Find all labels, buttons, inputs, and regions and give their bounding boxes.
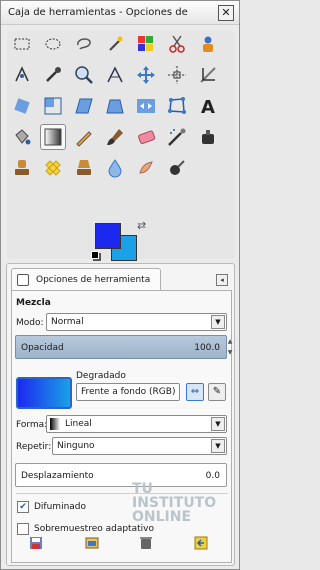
opacity-spinner[interactable]: ▲ ▼ bbox=[226, 336, 234, 358]
opacity-value: 100.0 bbox=[194, 343, 220, 353]
mode-select[interactable]: Normal ▼ bbox=[46, 313, 227, 331]
forma-label: Forma: bbox=[16, 420, 48, 430]
swap-colors-icon[interactable]: ⇄ bbox=[137, 219, 146, 232]
gradient-preview-button[interactable] bbox=[16, 377, 72, 409]
watermark-line-2: INSTITUTO bbox=[132, 495, 217, 511]
flip-icon[interactable] bbox=[135, 95, 157, 117]
degradado-label: Degradado bbox=[76, 371, 126, 381]
tool-options-icon bbox=[17, 274, 29, 286]
rotate-icon[interactable] bbox=[11, 95, 33, 117]
heal-icon[interactable] bbox=[42, 157, 64, 179]
chevron-down-icon: ▼ bbox=[211, 439, 225, 453]
color-select-icon[interactable] bbox=[135, 33, 157, 55]
edit-gradient-button[interactable]: ✎ bbox=[208, 383, 226, 401]
scale-icon[interactable] bbox=[42, 95, 64, 117]
paintbrush-icon[interactable] bbox=[104, 126, 126, 148]
tab-menu-icon[interactable]: ◂ bbox=[216, 274, 228, 286]
gradient-name-field[interactable]: Frente a fondo (RGB) bbox=[76, 383, 180, 401]
color-picker-icon[interactable] bbox=[42, 64, 64, 86]
repeat-value: Ninguno bbox=[57, 441, 95, 451]
ellipse-select-icon[interactable] bbox=[42, 33, 64, 55]
gradient-name-value: Frente a fondo (RGB) bbox=[81, 387, 176, 397]
repeat-select[interactable]: Ninguno ▼ bbox=[52, 437, 227, 455]
chevron-down-icon: ▼ bbox=[211, 417, 225, 431]
eraser-icon[interactable] bbox=[135, 126, 157, 148]
perspective-icon[interactable] bbox=[104, 95, 126, 117]
color-area: ⇄ bbox=[89, 219, 153, 269]
tab-label: Opciones de herramienta bbox=[36, 275, 151, 285]
restore-options-icon[interactable] bbox=[85, 536, 99, 550]
rect-select-icon[interactable] bbox=[11, 33, 33, 55]
title-bar: Caja de herramientas - Opciones de ✕ bbox=[1, 1, 239, 25]
ink-icon[interactable] bbox=[197, 126, 219, 148]
tab-tool-options[interactable]: Opciones de herramienta bbox=[11, 268, 161, 290]
toolbox-window: Caja de herramientas - Opciones de ✕ A ⇄… bbox=[0, 0, 240, 570]
text-icon[interactable]: A bbox=[197, 95, 219, 117]
repetir-label: Repetir: bbox=[16, 442, 52, 452]
dodge-burn-icon[interactable] bbox=[166, 157, 188, 179]
options-footer bbox=[1, 528, 239, 558]
pencil-icon[interactable] bbox=[73, 126, 95, 148]
mezcla-heading: Mezcla bbox=[16, 298, 51, 308]
cage-transform-icon[interactable] bbox=[166, 95, 188, 117]
dither-label: Difuminado bbox=[34, 502, 87, 512]
delete-options-icon[interactable] bbox=[139, 536, 153, 550]
linear-shape-icon bbox=[50, 418, 60, 430]
chevron-down-icon: ▼ bbox=[211, 315, 225, 329]
lasso-icon[interactable] bbox=[73, 33, 95, 55]
offset-value: 0.0 bbox=[205, 471, 220, 481]
save-options-icon[interactable] bbox=[29, 536, 43, 550]
shear-icon[interactable] bbox=[73, 95, 95, 117]
measure-icon[interactable] bbox=[104, 64, 126, 86]
tool-options-panel: Opciones de herramienta ◂ Mezcla Modo: N… bbox=[6, 263, 235, 566]
blend-icon[interactable] bbox=[40, 124, 66, 150]
watermark-logo: TU INSTITUTO ONLINE bbox=[132, 482, 216, 524]
modo-label: Modo: bbox=[16, 318, 44, 328]
reset-options-icon[interactable] bbox=[194, 536, 208, 550]
default-colors-icon[interactable] bbox=[91, 251, 99, 259]
blur-icon[interactable] bbox=[104, 157, 126, 179]
zoom-icon[interactable] bbox=[73, 64, 95, 86]
watermark-line-3: ONLINE bbox=[132, 509, 192, 525]
scissors-icon[interactable] bbox=[166, 33, 188, 55]
shape-value: Lineal bbox=[65, 419, 92, 429]
crop-icon[interactable] bbox=[197, 64, 219, 86]
svg-text:A: A bbox=[201, 97, 215, 117]
mode-value: Normal bbox=[51, 317, 84, 327]
smudge-icon[interactable] bbox=[135, 157, 157, 179]
reverse-gradient-button[interactable]: ⇔ bbox=[186, 383, 204, 401]
perspective-clone-icon[interactable] bbox=[73, 157, 95, 179]
offset-label: Desplazamiento bbox=[21, 471, 94, 481]
fuzzy-select-icon[interactable] bbox=[104, 33, 126, 55]
paths-icon[interactable] bbox=[11, 64, 33, 86]
move-icon[interactable] bbox=[135, 64, 157, 86]
bucket-fill-icon[interactable] bbox=[11, 126, 33, 148]
foreground-color-swatch[interactable] bbox=[95, 223, 121, 249]
close-button[interactable]: ✕ bbox=[218, 5, 234, 21]
foreground-select-icon[interactable] bbox=[197, 33, 219, 55]
window-title: Caja de herramientas - Opciones de bbox=[8, 7, 188, 18]
airbrush-icon[interactable] bbox=[166, 126, 188, 148]
align-icon[interactable] bbox=[166, 64, 188, 86]
watermark-line-1: TU bbox=[132, 481, 153, 497]
shape-select[interactable]: Lineal ▼ bbox=[46, 415, 227, 433]
dither-checkbox[interactable]: ✔ bbox=[17, 501, 29, 513]
clone-icon[interactable] bbox=[11, 157, 33, 179]
opacity-slider[interactable]: Opacidad 100.0 ▲ ▼ bbox=[15, 335, 232, 359]
opacity-label: Opacidad bbox=[21, 343, 64, 353]
